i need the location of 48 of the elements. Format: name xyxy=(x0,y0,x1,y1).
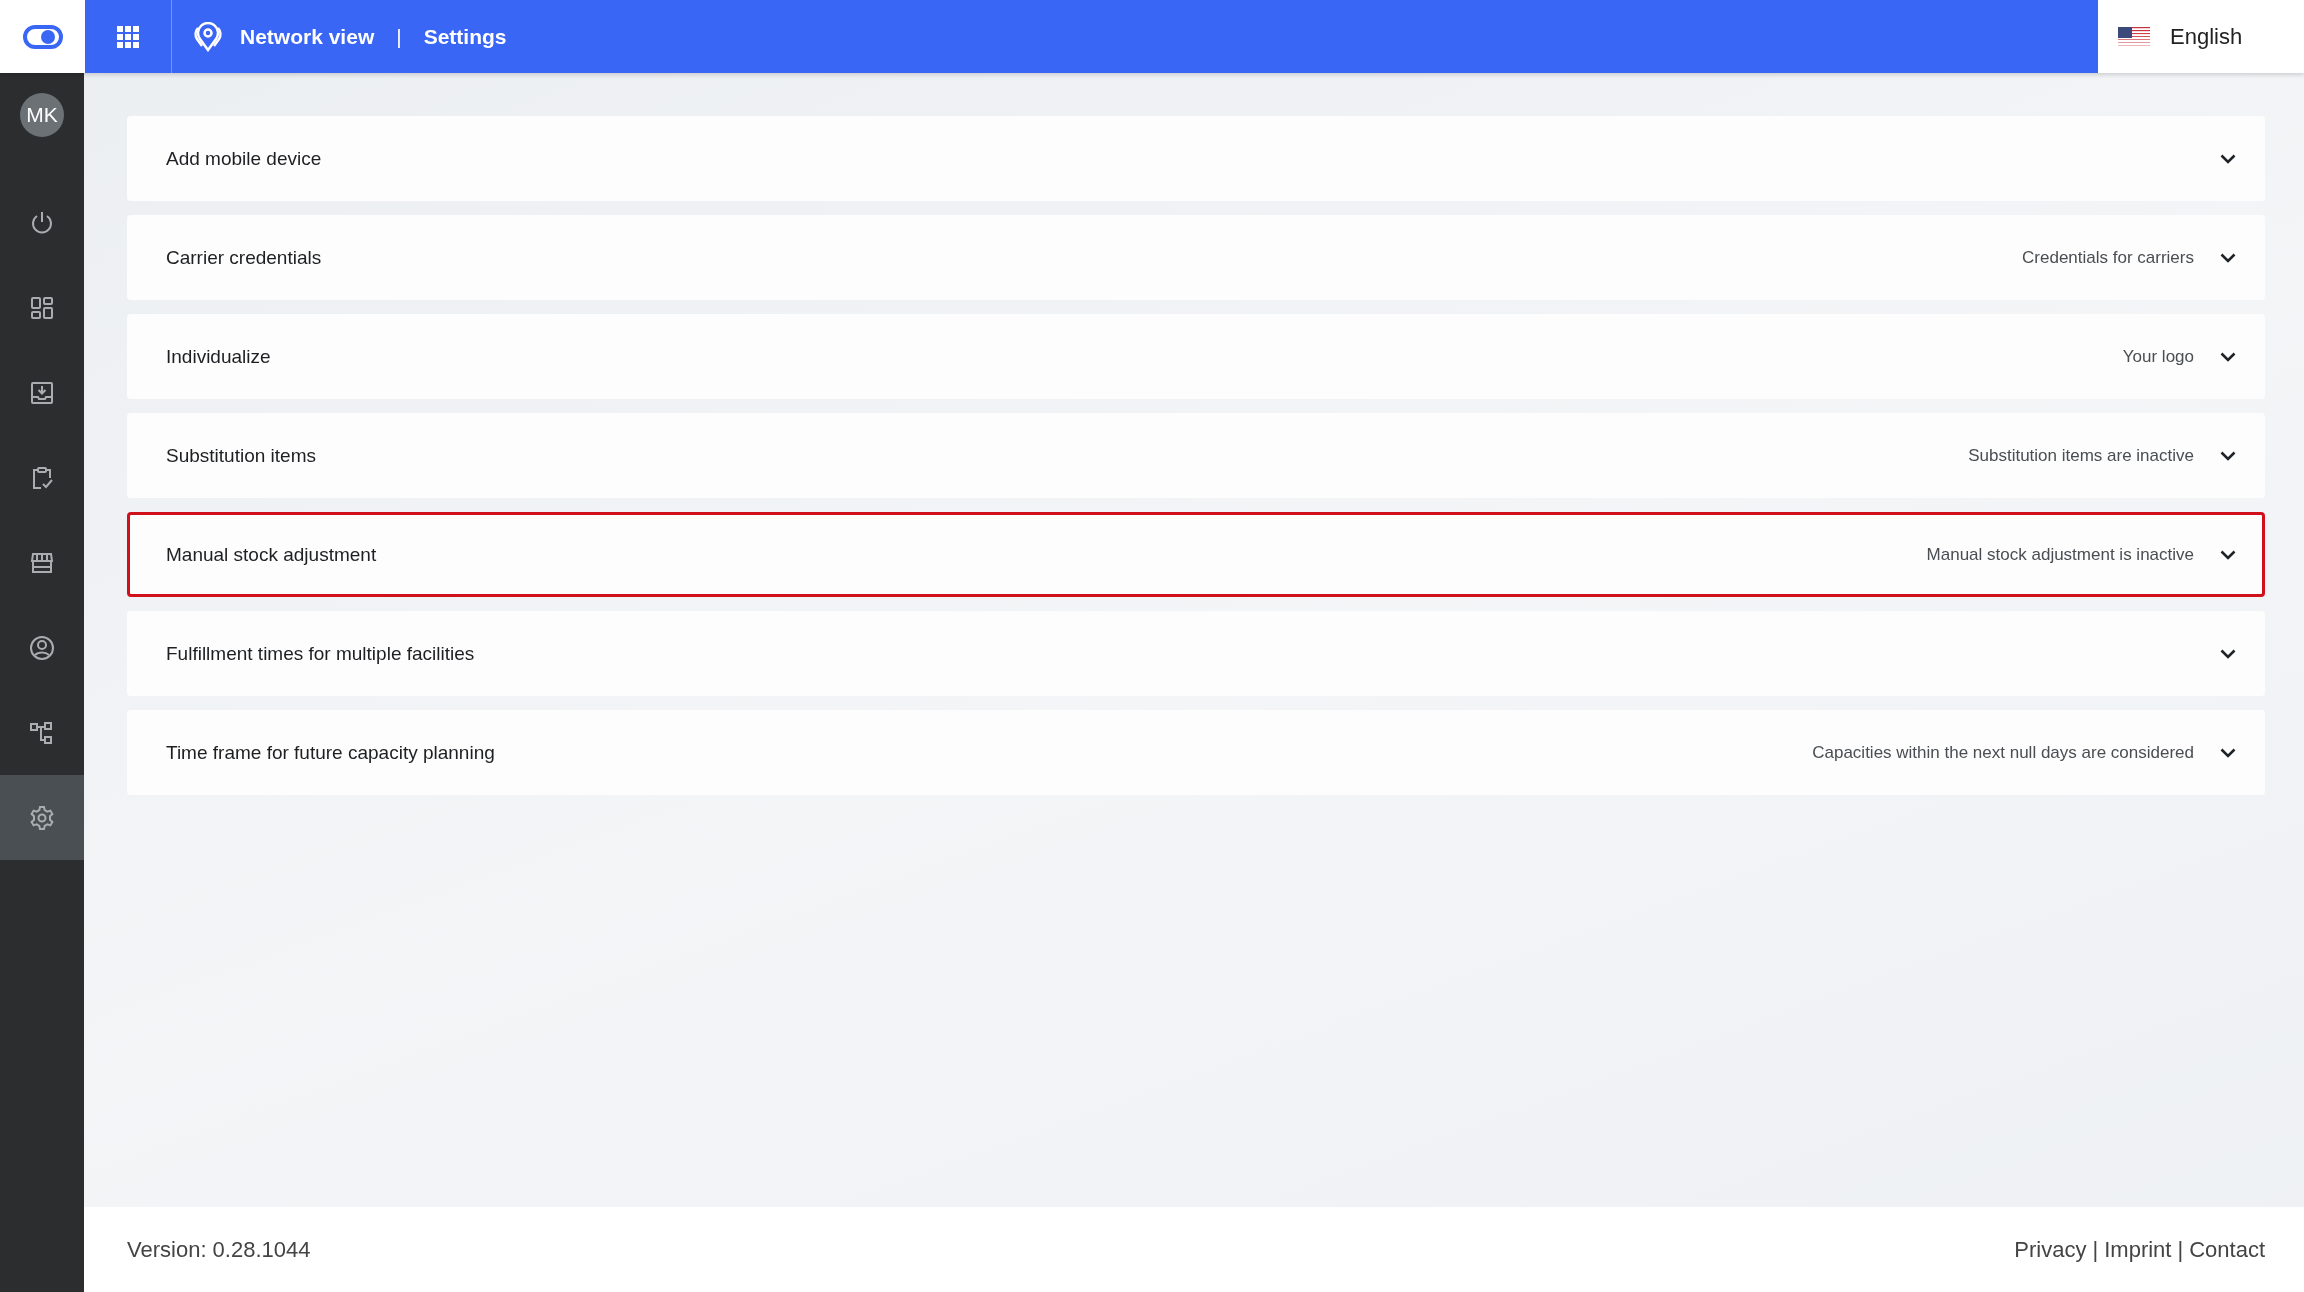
settings-panel[interactable]: Carrier credentials Credentials for carriers xyxy=(127,215,2265,300)
chevron-down-icon xyxy=(2220,252,2236,263)
panel-title: Individualize xyxy=(166,345,272,368)
settings-panel[interactable]: Add mobile device xyxy=(127,116,2265,201)
settings-panel[interactable]: Substitution items Substitution items are inactive xyxy=(127,413,2265,498)
panel-title: Time frame for future capacity planning xyxy=(166,741,496,764)
inbox-download-icon xyxy=(29,379,55,406)
settings-panel[interactable]: Fulfillment times for multiple facilities xyxy=(127,611,2265,696)
chevron-down-icon xyxy=(2220,351,2236,362)
power-icon xyxy=(29,209,55,236)
panel-summary: Manual stock adjustment is inactive xyxy=(1926,544,2194,565)
panel-title: Manual stock adjustment xyxy=(166,543,378,566)
page-title: Settings xyxy=(423,24,507,49)
user-avatar[interactable]: MK xyxy=(20,93,64,137)
chevron-down-icon xyxy=(2220,747,2236,758)
chevron-down-icon xyxy=(2220,549,2236,560)
link-separator: | xyxy=(2177,1236,2184,1263)
sidebar-item[interactable] xyxy=(0,775,84,860)
chevron-down-icon xyxy=(2220,450,2236,461)
link-separator: | xyxy=(2092,1236,2099,1263)
settings-panel[interactable]: Individualize Your logo xyxy=(127,314,2265,399)
dashboard-icon xyxy=(29,294,55,321)
footer-link[interactable]: Privacy xyxy=(2014,1236,2087,1263)
panel-summary: Your logo xyxy=(2122,346,2194,367)
panel-summary: Capacities within the next null days are considered xyxy=(1812,742,2194,763)
settings-icon xyxy=(29,804,55,831)
version-label: Version: 0.28.1044 xyxy=(127,1236,311,1263)
app-title: Network view xyxy=(240,24,375,49)
panel-title: Fulfillment times for multiple facilities xyxy=(166,642,476,665)
us-flag-icon xyxy=(2118,26,2150,47)
panel-title: Add mobile device xyxy=(166,147,323,170)
user-circle-icon xyxy=(29,634,55,661)
footer-link[interactable]: Imprint xyxy=(2104,1236,2172,1263)
chevron-down-icon xyxy=(2220,648,2236,659)
footer-link[interactable]: Contact xyxy=(2189,1236,2265,1263)
panel-summary: Credentials for carriers xyxy=(2022,247,2194,268)
chevron-down-icon xyxy=(2220,153,2236,164)
panel-title: Substitution items xyxy=(166,444,317,467)
toggle-logo-icon xyxy=(22,24,63,49)
location-pin-icon xyxy=(192,21,224,52)
panel-summary: Substitution items are inactive xyxy=(1968,445,2194,466)
breadcrumb-separator: | xyxy=(396,24,402,49)
settings-panel[interactable]: Manual stock adjustment Manual stock adjustment is inactive xyxy=(127,512,2265,597)
settings-panel[interactable]: Time frame for future capacity planning Capacities within the next null days are considered xyxy=(127,710,2265,795)
panel-title: Carrier credentials xyxy=(166,246,323,269)
language-selector[interactable]: English xyxy=(2098,0,2304,73)
hierarchy-icon xyxy=(29,719,55,746)
apps-grid-icon xyxy=(117,25,139,48)
